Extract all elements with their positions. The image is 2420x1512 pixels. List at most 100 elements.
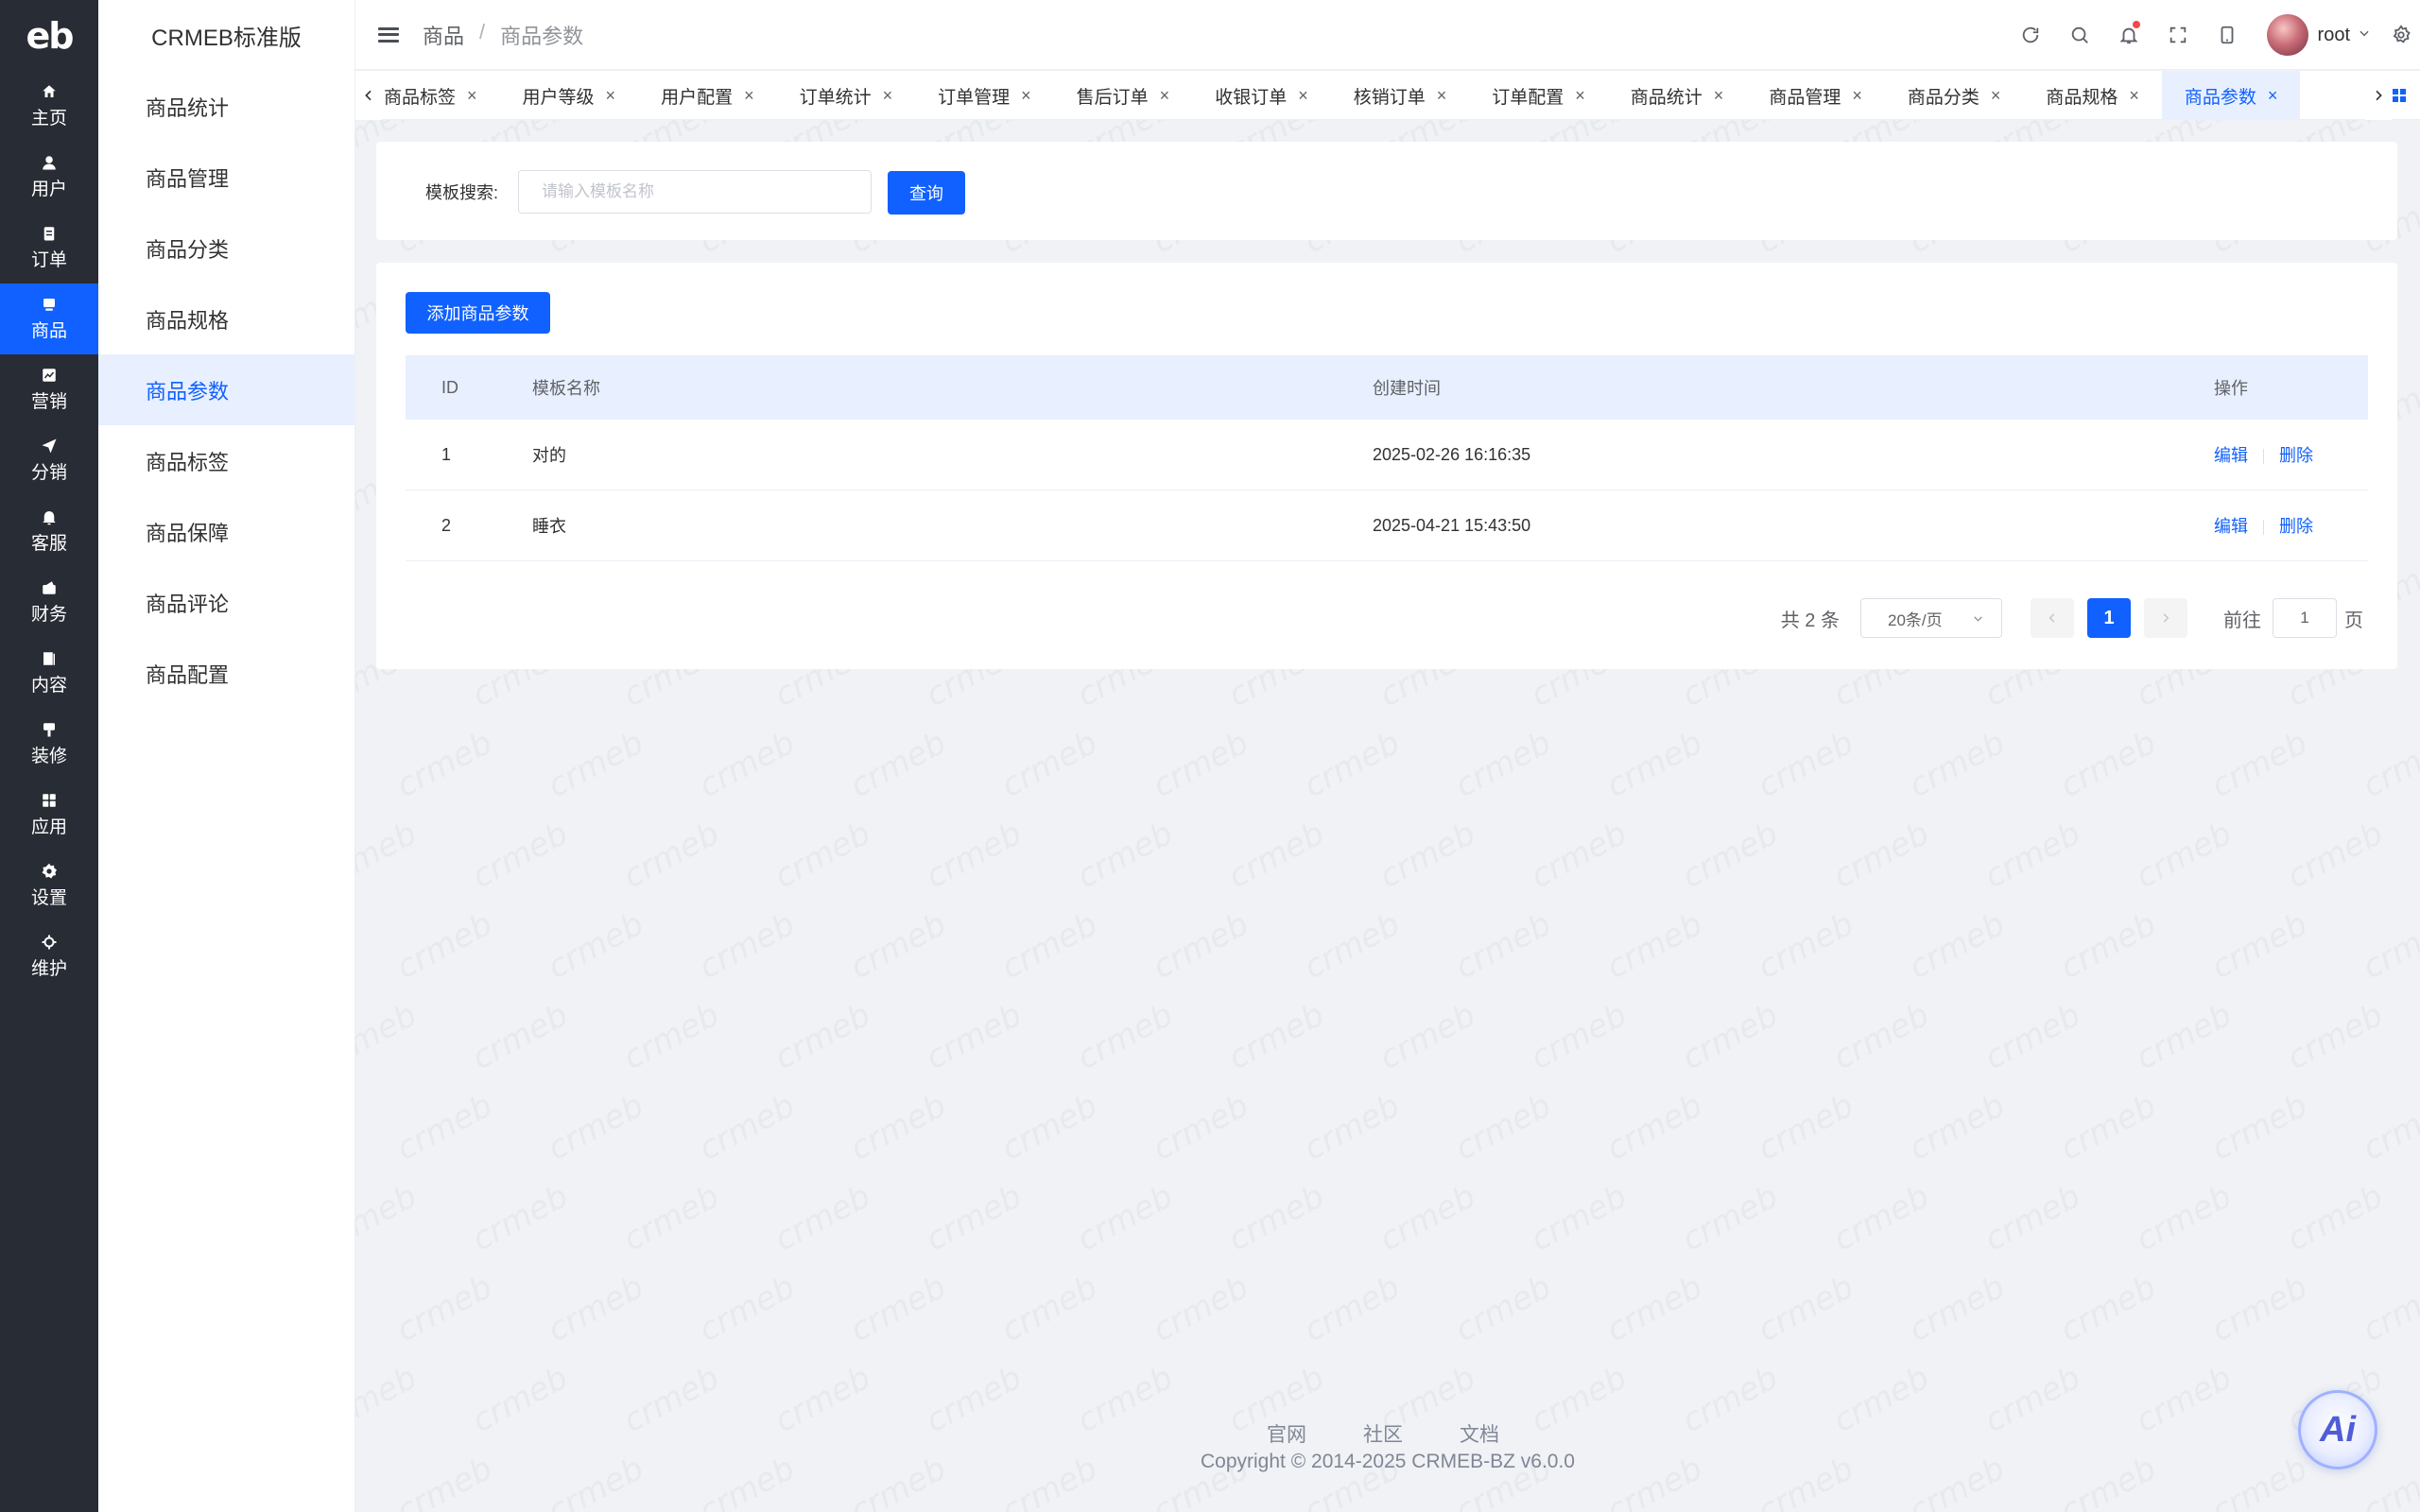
watermark-text: crmeb	[1524, 1177, 1634, 1260]
rail-item-0[interactable]: 主页	[0, 71, 98, 142]
rail-item-10[interactable]: 应用	[0, 780, 98, 850]
close-icon[interactable]: ×	[883, 86, 893, 106]
tab-9[interactable]: 商品统计 ×	[1608, 71, 1747, 120]
add-param-button[interactable]: 添加商品参数	[406, 292, 550, 334]
close-icon[interactable]: ×	[1852, 86, 1862, 106]
close-icon[interactable]: ×	[1298, 86, 1308, 106]
watermark-text: crmeb	[355, 1358, 424, 1441]
subnav-item-0[interactable]: 商品统计	[98, 71, 354, 142]
chevron-right-icon[interactable]	[2365, 71, 2392, 120]
breadcrumb-parent[interactable]: 商品	[423, 20, 464, 50]
rail-item-7[interactable]: 财务	[0, 567, 98, 638]
ai-assistant-button[interactable]: Ai	[2298, 1390, 2377, 1469]
tab-label: 商品规格	[2046, 87, 2118, 108]
rail-item-12[interactable]: 维护	[0, 921, 98, 992]
watermark-text: crmeb	[2204, 904, 2314, 988]
rail-item-4[interactable]: 营销	[0, 354, 98, 425]
menu-toggle-icon[interactable]	[378, 26, 399, 43]
close-icon[interactable]: ×	[1714, 86, 1724, 106]
delete-link[interactable]: 删除	[2279, 446, 2313, 465]
footer-link-official[interactable]: 官网	[1267, 1419, 1306, 1448]
close-icon[interactable]: ×	[1160, 86, 1170, 106]
tab-10[interactable]: 商品管理 ×	[1746, 71, 1885, 120]
subnav-item-2[interactable]: 商品分类	[98, 213, 354, 284]
rail-item-9[interactable]: 装修	[0, 709, 98, 780]
rail-item-5[interactable]: 分销	[0, 425, 98, 496]
settings-icon[interactable]	[2382, 0, 2420, 70]
tab-5[interactable]: 售后订单 ×	[1054, 71, 1193, 120]
tab-1[interactable]: 用户等级 ×	[500, 71, 639, 120]
subnav-item-4[interactable]: 商品参数	[98, 354, 354, 425]
chevron-down-icon[interactable]	[2358, 26, 2371, 44]
tablet-icon[interactable]	[2203, 0, 2252, 70]
fullscreen-icon[interactable]	[2153, 0, 2203, 70]
watermark-text: crmeb	[1675, 1177, 1785, 1260]
rail-item-6[interactable]: 客服	[0, 496, 98, 567]
delete-link[interactable]: 删除	[2279, 517, 2313, 536]
edit-link[interactable]: 编辑	[2214, 446, 2248, 465]
close-icon[interactable]: ×	[606, 86, 616, 106]
subnav-item-7[interactable]: 商品评论	[98, 567, 354, 638]
close-icon[interactable]: ×	[2268, 86, 2278, 106]
subnav-item-8[interactable]: 商品配置	[98, 638, 354, 709]
tab-4[interactable]: 订单管理 ×	[915, 71, 1054, 120]
rail-item-3[interactable]: 商品	[0, 284, 98, 354]
chevron-left-icon[interactable]	[355, 71, 382, 120]
tab-2[interactable]: 用户配置 ×	[638, 71, 777, 120]
search-icon[interactable]	[2055, 0, 2104, 70]
close-icon[interactable]: ×	[2129, 86, 2139, 106]
close-icon[interactable]: ×	[1575, 86, 1585, 106]
tab-label: 用户等级	[522, 87, 595, 108]
tab-label: 订单配置	[1492, 87, 1564, 108]
close-icon[interactable]: ×	[1437, 86, 1447, 106]
close-icon[interactable]: ×	[467, 86, 477, 106]
user-name[interactable]: root	[2318, 25, 2350, 46]
footer-link-community[interactable]: 社区	[1363, 1419, 1403, 1448]
tab-0[interactable]: 商品标签 ×	[384, 71, 500, 120]
watermark-text: crmeb	[1675, 995, 1785, 1078]
avatar[interactable]	[2266, 14, 2308, 56]
query-button[interactable]: 查询	[888, 171, 965, 215]
watermark-text: crmeb	[2053, 1449, 2163, 1512]
edit-link[interactable]: 编辑	[2214, 517, 2248, 536]
watermark-text: crmeb	[541, 1086, 650, 1169]
watermark-text: crmeb	[2356, 1086, 2420, 1169]
rail-item-2[interactable]: 订单	[0, 213, 98, 284]
watermark-text: crmeb	[465, 1177, 575, 1260]
watermark-text: crmeb	[1978, 995, 2087, 1078]
watermark-text: crmeb	[1221, 995, 1331, 1078]
refresh-icon[interactable]	[2006, 0, 2055, 70]
rail-item-11[interactable]: 设置	[0, 850, 98, 921]
rail-item-1[interactable]: 用户	[0, 142, 98, 213]
bell-icon[interactable]	[2104, 0, 2153, 70]
tab-3[interactable]: 订单统计 ×	[777, 71, 916, 120]
tab-6[interactable]: 收银订单 ×	[1192, 71, 1331, 120]
prev-page-button[interactable]	[2031, 598, 2074, 638]
tab-11[interactable]: 商品分类 ×	[1885, 71, 2024, 120]
subnav-item-1[interactable]: 商品管理	[98, 142, 354, 213]
subnav-item-3[interactable]: 商品规格	[98, 284, 354, 354]
subnav-item-5[interactable]: 商品标签	[98, 425, 354, 496]
tab-13[interactable]: 商品参数 ×	[2161, 71, 2301, 120]
next-page-button[interactable]	[2144, 598, 2187, 638]
close-icon[interactable]: ×	[1021, 86, 1031, 106]
close-icon[interactable]: ×	[744, 86, 754, 106]
page-number-current[interactable]: 1	[2087, 598, 2131, 638]
page-size-select[interactable]: 20条/页	[1860, 598, 2002, 638]
apps-icon	[41, 792, 58, 809]
order-icon	[41, 225, 58, 242]
template-search-input[interactable]	[518, 170, 872, 214]
tab-8[interactable]: 订单配置 ×	[1469, 71, 1608, 120]
brand-logo[interactable]: eb	[0, 0, 98, 71]
tab-7[interactable]: 核销订单 ×	[1331, 71, 1470, 120]
close-icon[interactable]: ×	[1991, 86, 2001, 106]
cell-name: 对的	[532, 446, 566, 465]
copyright: Copyright © 2014-2025 CRMEB-BZ v6.0.0	[1201, 1451, 1575, 1472]
goto-page-input[interactable]	[2273, 598, 2337, 638]
ai-label: Ai	[2320, 1409, 2356, 1450]
watermark-text: crmeb	[843, 1086, 953, 1169]
subnav-item-6[interactable]: 商品保障	[98, 496, 354, 567]
tab-12[interactable]: 商品规格 ×	[2023, 71, 2162, 120]
footer-link-docs[interactable]: 文档	[1460, 1419, 1499, 1448]
rail-item-8[interactable]: 内容	[0, 638, 98, 709]
